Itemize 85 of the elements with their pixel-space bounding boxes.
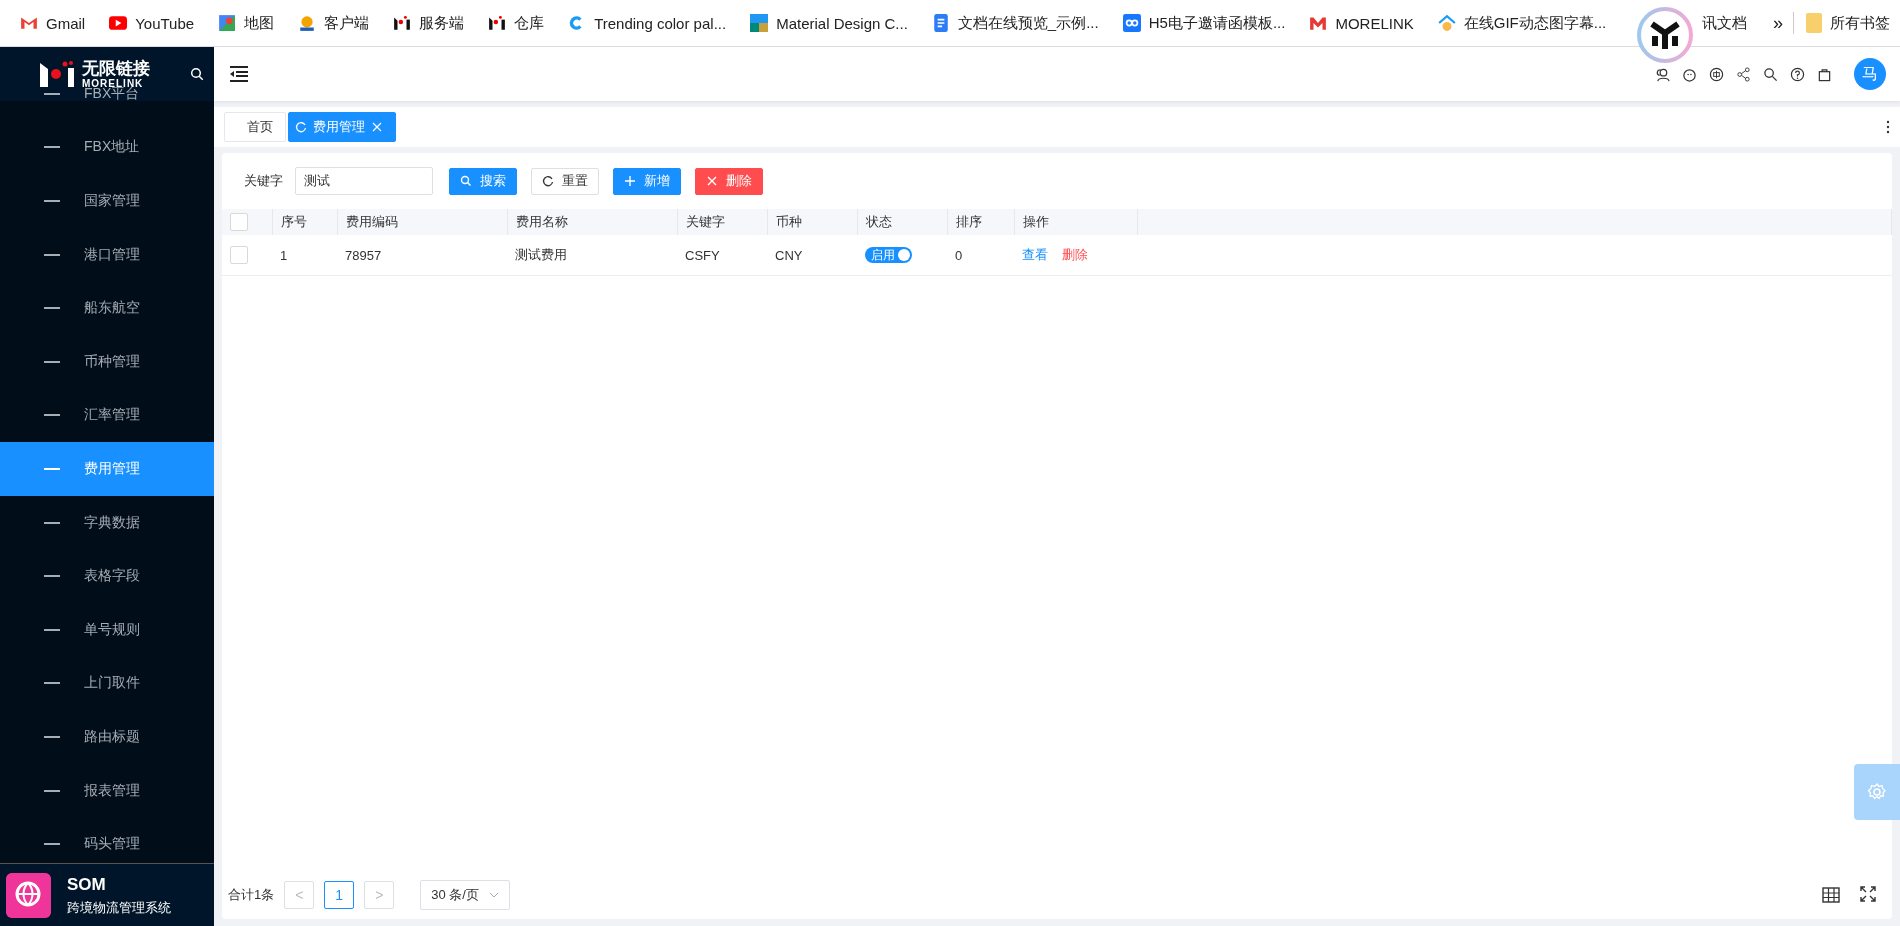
- bookmark[interactable]: 服务端: [419, 13, 465, 33]
- menu-item[interactable]: 码头管理: [0, 817, 214, 863]
- refresh-icon[interactable]: [295, 121, 307, 133]
- menu-item[interactable]: 报表管理: [0, 763, 214, 818]
- table-cell: 测试费用: [515, 247, 567, 262]
- search-icon: [460, 175, 472, 187]
- gear-icon: [1867, 782, 1887, 802]
- table-cell: 78957: [345, 247, 382, 263]
- fullscreen-icon[interactable]: [1860, 886, 1876, 902]
- bag-icon[interactable]: [1817, 66, 1832, 82]
- table-cell: CNY: [775, 247, 803, 263]
- menu-collapse-icon[interactable]: [228, 65, 250, 83]
- column-header: 币种: [775, 214, 802, 229]
- caret-icon: [488, 892, 499, 898]
- document-icon: [931, 14, 950, 32]
- menu-item[interactable]: 上门取件: [0, 656, 214, 711]
- loop-icon: [1122, 14, 1141, 32]
- column-header: 关键字: [685, 214, 725, 229]
- more-icon[interactable]: [1886, 120, 1890, 134]
- bookmark[interactable]: H5电子邀请函模板...: [1148, 13, 1286, 33]
- close-icon: [706, 175, 718, 187]
- floating-logo-icon[interactable]: [1636, 6, 1695, 64]
- face-icon[interactable]: [1682, 66, 1697, 82]
- bookmark[interactable]: Material Design C...: [776, 14, 908, 32]
- table-cell: 0: [955, 247, 963, 263]
- table-cell: CSFY: [685, 247, 720, 263]
- column-header: 序号: [280, 214, 307, 229]
- keyword-label: 关键字: [244, 172, 283, 190]
- column-header: 费用编码: [345, 214, 398, 229]
- users-icon[interactable]: [1655, 66, 1670, 82]
- logo-text: 无限链接: [82, 59, 150, 77]
- bookmark[interactable]: 仓库: [514, 13, 545, 33]
- select-all-checkbox[interactable]: [230, 213, 248, 231]
- close-icon[interactable]: [371, 121, 383, 133]
- reset-button[interactable]: 重置: [531, 167, 599, 195]
- app-name: SOM: [67, 874, 107, 895]
- page-tab[interactable]: 首页: [224, 112, 286, 142]
- row-checkbox[interactable]: [230, 246, 248, 264]
- page-size-select[interactable]: 30 条/页: [420, 880, 510, 910]
- language-icon[interactable]: [1709, 66, 1724, 82]
- column-header: 状态: [865, 214, 892, 229]
- menu-item[interactable]: 船东航空: [0, 281, 214, 335]
- share-icon[interactable]: [1736, 66, 1751, 82]
- search-icon[interactable]: [1763, 66, 1778, 82]
- folder-icon: [1806, 13, 1822, 33]
- column-header: 排序: [955, 214, 982, 229]
- map-icon: [218, 14, 237, 32]
- menu-item[interactable]: 单号规则: [0, 602, 214, 657]
- bookmark[interactable]: 所有书签: [1830, 13, 1890, 33]
- menu-item[interactable]: 国家管理: [0, 174, 214, 228]
- house-icon: [1437, 14, 1456, 32]
- plus-icon: [624, 175, 636, 187]
- bookmark[interactable]: 讯文档: [1702, 13, 1748, 33]
- bookmark[interactable]: 地图: [244, 13, 275, 33]
- menu-item[interactable]: 币种管理: [0, 334, 214, 389]
- bookmark[interactable]: 在线GIF动态图字幕...: [1463, 13, 1607, 33]
- menu-item[interactable]: 港口管理: [0, 227, 214, 282]
- column-header: 费用名称: [515, 214, 568, 229]
- bookmark[interactable]: Gmail: [46, 14, 86, 32]
- table-cell: 1: [280, 247, 288, 263]
- bookmark[interactable]: MORELINK: [1335, 14, 1414, 32]
- squares-icon: [750, 14, 769, 32]
- keyword-field[interactable]: 测试: [295, 167, 433, 195]
- total-count: 合计1条: [228, 886, 275, 904]
- play-icon: [109, 14, 128, 32]
- logo-icon: [38, 60, 76, 88]
- column-header: 操作: [1022, 214, 1049, 229]
- menu-item[interactable]: 字典数据: [0, 495, 214, 550]
- menu-item[interactable]: FBX地址: [0, 120, 214, 175]
- menu-item[interactable]: 汇率管理: [0, 388, 214, 443]
- bookmark[interactable]: YouTube: [135, 14, 195, 32]
- more-bookmarks-button[interactable]: »: [1773, 12, 1783, 34]
- m-icon: [1309, 14, 1328, 32]
- logo-icon: [393, 14, 412, 32]
- bookmark[interactable]: 文档在线预览_示例...: [957, 13, 1099, 33]
- refresh-icon: [542, 175, 554, 187]
- bookmark[interactable]: 客户端: [324, 13, 370, 33]
- help-icon[interactable]: [1790, 66, 1805, 82]
- logo-icon: [488, 14, 507, 32]
- table-icon[interactable]: [1822, 886, 1840, 904]
- menu-item[interactable]: 路由标题: [0, 710, 214, 764]
- app-subtitle: 跨境物流管理系统: [67, 899, 171, 917]
- menu-item[interactable]: 表格字段: [0, 549, 214, 603]
- bookmark[interactable]: Trending color pal...: [594, 14, 727, 32]
- search-icon[interactable]: [190, 67, 204, 81]
